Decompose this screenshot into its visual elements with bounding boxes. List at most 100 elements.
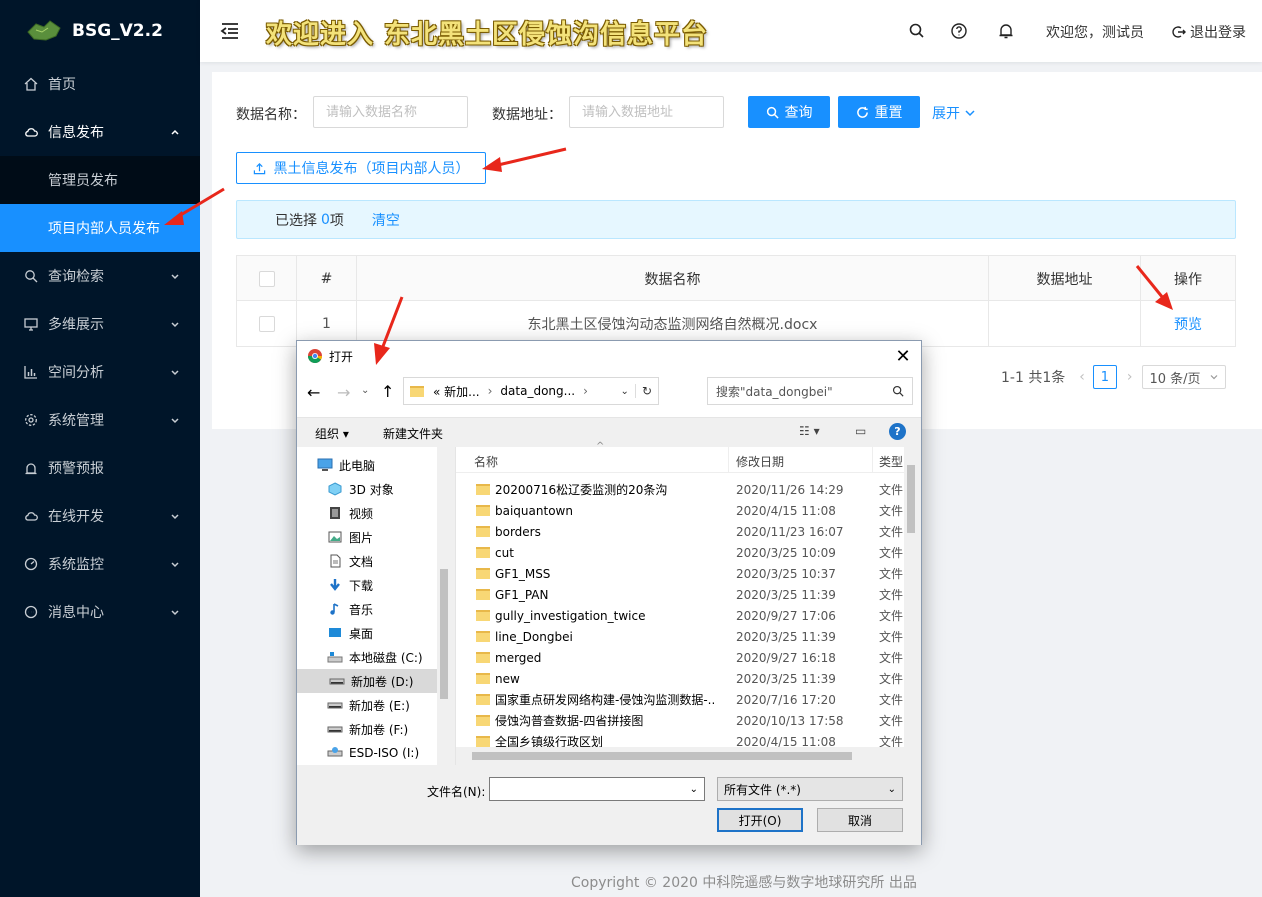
sidebar-item-dev[interactable]: 在线开发 — [0, 492, 200, 540]
folder-icon — [476, 568, 490, 579]
file-row[interactable]: baiquantown 2020/4/15 11:08 文件 — [456, 500, 904, 521]
select-all-checkbox[interactable] — [258, 270, 275, 287]
refresh-icon[interactable]: ↻ — [634, 384, 658, 398]
help-icon[interactable]: ? — [889, 423, 906, 440]
selection-suffix: 项 — [329, 212, 344, 229]
file-type: 文件 — [879, 672, 904, 686]
file-vscrollbar-thumb[interactable] — [907, 465, 915, 533]
nav-item-drive-c[interactable]: 本地磁盘 (C:) — [327, 645, 423, 669]
menu-fold-icon[interactable] — [220, 21, 240, 41]
chevron-down-icon[interactable]: ⌄ — [621, 386, 629, 397]
path-segment[interactable]: « 新加... — [433, 383, 480, 400]
nav-item-desktop[interactable]: 桌面 — [327, 621, 373, 645]
sidebar-item-monitor[interactable]: 系统监控 — [0, 540, 200, 588]
file-open-dialog: 打开 ✕ ← → ⌄ ↑ « 新加... › data_dong... › ⌄ … — [296, 340, 922, 845]
column-date[interactable]: 修改日期 — [736, 453, 784, 470]
file-date: 2020/3/25 11:39 — [736, 587, 836, 602]
nav-item-documents[interactable]: 文档 — [327, 549, 373, 573]
sidebar-item-warning[interactable]: 预警预报 — [0, 444, 200, 492]
file-row[interactable]: merged 2020/9/27 16:18 文件 — [456, 647, 904, 668]
recent-dropdown-icon[interactable]: ⌄ — [361, 385, 369, 396]
file-row[interactable]: borders 2020/11/23 16:07 文件 — [456, 521, 904, 542]
nav-item-drive-e[interactable]: 新加卷 (E:) — [327, 693, 410, 717]
query-button[interactable]: 查询 — [748, 96, 830, 128]
page-current[interactable]: 1 — [1092, 365, 1117, 389]
nav-item-drive-f[interactable]: 新加卷 (F:) — [327, 717, 408, 741]
file-list-header: 名称 ^ 修改日期 类型 — [456, 441, 904, 473]
file-row[interactable]: 20200716松辽委监测的20条沟 2020/11/26 14:29 文件 — [456, 479, 904, 500]
nav-item-music[interactable]: 音乐 — [327, 597, 373, 621]
sidebar-item-home[interactable]: 首页 — [0, 60, 200, 108]
forward-icon[interactable]: → — [337, 383, 350, 402]
file-type-select[interactable]: 所有文件 (*.*) ⌄ — [717, 777, 903, 801]
sidebar-item-label: 系统管理 — [48, 413, 104, 429]
organize-button[interactable]: 组织 ▾ — [315, 425, 349, 442]
preview-link[interactable]: 预览 — [1140, 301, 1236, 346]
sidebar-item-publish[interactable]: 信息发布 — [0, 108, 200, 156]
name-filter-input[interactable] — [313, 96, 468, 128]
file-row[interactable]: new 2020/3/25 11:39 文件 — [456, 668, 904, 689]
nav-scrollbar-thumb[interactable] — [440, 569, 448, 699]
name-filter-label: 数据名称： — [236, 107, 306, 123]
sidebar-item-system[interactable]: 系统管理 — [0, 396, 200, 444]
file-hscrollbar-thumb[interactable] — [472, 752, 852, 760]
file-row[interactable]: cut 2020/3/25 10:09 文件 — [456, 542, 904, 563]
new-folder-button[interactable]: 新建文件夹 — [383, 425, 443, 442]
help-icon[interactable] — [950, 22, 968, 40]
preview-pane-icon[interactable]: ▭ — [855, 424, 866, 438]
nav-scrollbar[interactable] — [437, 447, 451, 765]
file-date: 2020/4/15 11:08 — [736, 503, 836, 518]
file-row[interactable]: GF1_MSS 2020/3/25 10:37 文件 — [456, 563, 904, 584]
nav-item-downloads[interactable]: 下载 — [327, 573, 373, 597]
sidebar-item-query[interactable]: 查询检索 — [0, 252, 200, 300]
view-options-icon[interactable]: ☷ ▾ — [799, 424, 820, 438]
upload-button[interactable]: 黑土信息发布（项目内部人员） — [236, 152, 486, 184]
nav-item-3d[interactable]: 3D 对象 — [327, 477, 394, 501]
nav-item-drive-d[interactable]: 新加卷 (D:) — [297, 669, 437, 693]
column-type[interactable]: 类型 — [879, 453, 903, 470]
search-icon[interactable] — [908, 22, 926, 40]
row-checkbox[interactable] — [258, 315, 275, 332]
file-row[interactable]: 国家重点研发网络构建-侵蚀沟监测数据-... 2020/7/16 17:20 文件 — [456, 689, 904, 710]
back-icon[interactable]: ← — [307, 383, 320, 402]
column-name[interactable]: 名称 — [474, 453, 498, 470]
nav-item-this-pc[interactable]: 此电脑 — [317, 453, 375, 477]
file-name: new — [495, 671, 520, 686]
file-hscrollbar[interactable] — [456, 747, 918, 765]
sidebar-item-member-publish[interactable]: 项目内部人员发布 — [0, 204, 200, 252]
file-row[interactable]: 侵蚀沟普查数据-四省拼接图 2020/10/13 17:58 文件 — [456, 710, 904, 731]
file-row[interactable]: GF1_PAN 2020/3/25 11:39 文件 — [456, 584, 904, 605]
next-page-icon[interactable]: › — [1127, 369, 1133, 385]
sidebar-item-spatial[interactable]: 空间分析 — [0, 348, 200, 396]
expand-toggle[interactable]: 展开 — [932, 103, 976, 123]
page-size-select[interactable]: 10 条/页 — [1142, 365, 1227, 389]
bell-icon[interactable] — [997, 22, 1015, 40]
logout-button[interactable]: 退出登录 — [1172, 22, 1246, 42]
sidebar-item-display[interactable]: 多维展示 — [0, 300, 200, 348]
address-bar[interactable]: « 新加... › data_dong... › ⌄ ↻ — [403, 377, 659, 405]
open-button[interactable]: 打开(O) — [717, 808, 803, 832]
cancel-button[interactable]: 取消 — [817, 808, 903, 832]
app-logo[interactable]: BSG_V2.2 — [0, 0, 200, 62]
message-icon — [24, 605, 38, 619]
nav-item-videos[interactable]: 视频 — [327, 501, 373, 525]
reset-button[interactable]: 重置 — [838, 96, 920, 128]
file-row[interactable]: gully_investigation_twice 2020/9/27 17:06… — [456, 605, 904, 626]
prev-page-icon[interactable]: ‹ — [1079, 369, 1085, 385]
nav-item-drive-i[interactable]: ESD-ISO (I:) — [327, 741, 419, 765]
close-icon[interactable]: ✕ — [893, 346, 913, 367]
sidebar-item-admin-publish[interactable]: 管理员发布 — [0, 156, 200, 204]
filename-input[interactable]: ⌄ — [489, 777, 705, 801]
file-vscrollbar[interactable] — [904, 447, 918, 747]
path-segment[interactable]: data_dong... — [500, 384, 575, 398]
addr-filter-input[interactable] — [569, 96, 724, 128]
dialog-search-input[interactable]: 搜索"data_dongbei" — [707, 377, 913, 405]
clear-selection-link[interactable]: 清空 — [372, 210, 400, 230]
drive-icon — [327, 721, 343, 737]
nav-item-pictures[interactable]: 图片 — [327, 525, 373, 549]
nav-label: 新加卷 (D:) — [351, 674, 414, 689]
file-row[interactable]: line_Dongbei 2020/3/25 11:39 文件 — [456, 626, 904, 647]
file-row[interactable]: 全国乡镇级行政区划 2020/4/15 11:08 文件 — [456, 731, 904, 747]
up-icon[interactable]: ↑ — [381, 382, 394, 401]
sidebar-item-messages[interactable]: 消息中心 — [0, 588, 200, 636]
